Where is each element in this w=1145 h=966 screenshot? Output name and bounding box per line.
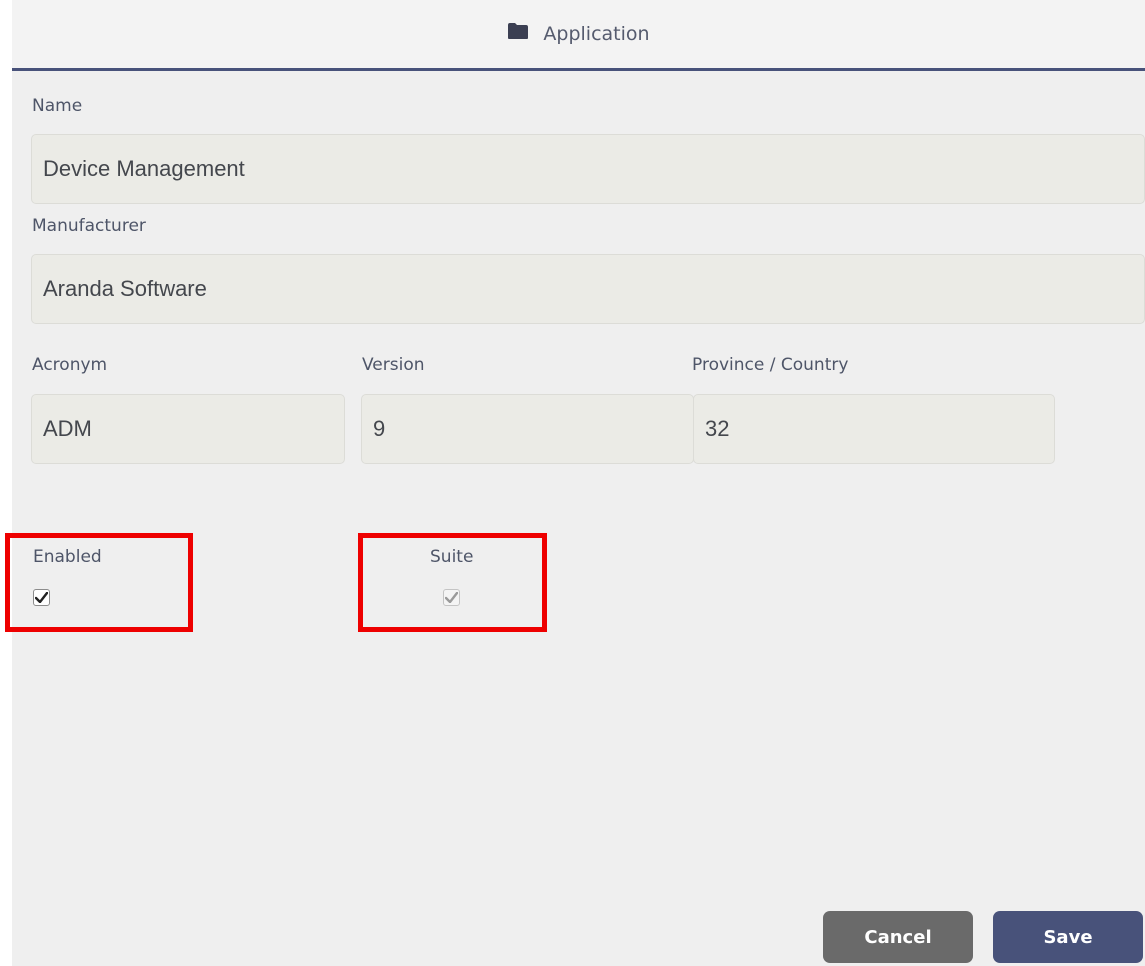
suite-highlight-box — [358, 533, 547, 632]
version-label: Version — [362, 355, 425, 375]
cancel-button[interactable]: Cancel — [823, 911, 973, 963]
province-country-input[interactable]: 32 — [693, 394, 1055, 464]
manufacturer-input[interactable]: Aranda Software — [31, 254, 1145, 324]
dialog-header: Application — [12, 0, 1145, 71]
dialog-title: Application — [543, 23, 650, 45]
manufacturer-label: Manufacturer — [32, 216, 146, 236]
enabled-highlight-box — [5, 533, 193, 632]
save-button[interactable]: Save — [993, 911, 1143, 963]
application-dialog: Application Name Device Management Manuf… — [12, 0, 1145, 966]
acronym-label: Acronym — [32, 355, 108, 375]
name-input[interactable]: Device Management — [31, 134, 1145, 204]
province-country-label: Province / Country — [692, 355, 849, 375]
acronym-input[interactable]: ADM — [31, 394, 345, 464]
name-label: Name — [32, 96, 83, 116]
version-input[interactable]: 9 — [361, 394, 694, 464]
folder-icon — [507, 22, 529, 40]
